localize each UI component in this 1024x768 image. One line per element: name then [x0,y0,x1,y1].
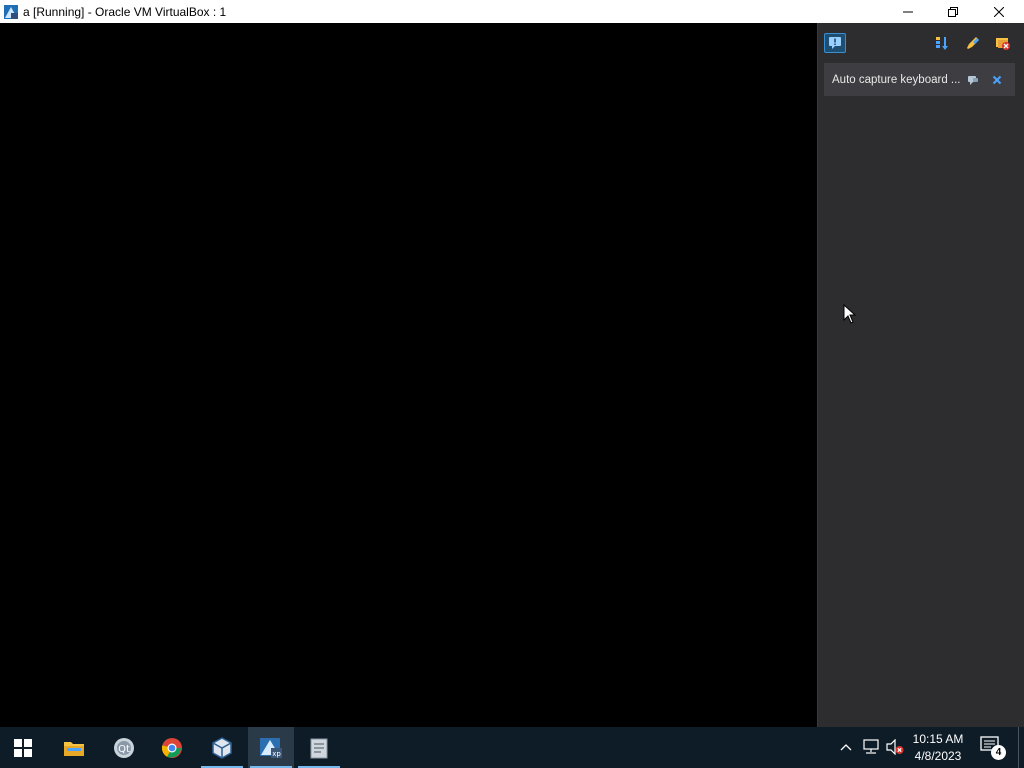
start-button[interactable] [0,727,46,768]
taskbar-chrome[interactable] [149,727,195,768]
minimize-icon [903,11,913,12]
chevron-up-icon [840,744,852,751]
notification-text: Auto capture keyboard ... [832,73,961,86]
taskbar-virtualbox[interactable] [199,727,245,768]
chrome-icon [161,737,182,758]
taskbar: Qt xp 10:15 AM 4/8/2023 4 [0,727,1024,768]
help-icon[interactable] [966,73,980,87]
sort-icon [936,37,948,50]
window-titlebar[interactable]: a [Running] - Oracle VM VirtualBox : 1 [0,0,1024,23]
vm-display[interactable] [0,23,817,727]
virtualbox-icon [212,736,232,759]
svg-text:xp: xp [272,750,281,758]
restore-button[interactable] [930,0,976,23]
taskbar-file-explorer[interactable] [51,727,97,768]
notifications-icon [829,37,841,49]
minimize-button[interactable] [885,0,931,23]
window-title: a [Running] - Oracle VM VirtualBox : 1 [23,4,227,19]
taskbar-vm-window[interactable]: xp [248,727,294,768]
virtualbox-vm-xp-icon: xp [260,737,282,758]
action-center-button[interactable]: 4 [980,735,1008,761]
sort-button[interactable] [931,33,953,53]
qt-creator-icon: Qt [114,737,134,758]
show-desktop-button[interactable] [1018,727,1024,768]
notification-item[interactable]: Auto capture keyboard ... [824,63,1015,96]
taskbar-document-app[interactable] [296,727,342,768]
show-hidden-icons-button[interactable] [836,737,856,757]
mouse-pointer-icon [843,304,857,324]
network-tray-button[interactable] [861,737,881,757]
clock-time: 10:15 AM [912,732,964,746]
notification-count-badge: 4 [991,745,1006,760]
close-icon[interactable] [990,73,1004,87]
taskbar-qt-creator[interactable]: Qt [101,727,147,768]
notification-center-panel: Auto capture keyboard ... [817,23,1024,727]
volume-muted-icon [886,739,904,755]
close-icon [994,6,1004,17]
restore-icon [948,6,958,17]
clock-date: 4/8/2023 [914,749,962,763]
document-app-icon [310,738,328,758]
keep-finished-icon [967,37,979,49]
dismiss-all-button[interactable] [992,33,1014,53]
windows-start-icon [14,738,32,757]
dismiss-all-icon [996,38,1010,50]
file-explorer-icon [64,741,84,756]
taskbar-clock[interactable]: 10:15 AM 4/8/2023 [905,731,971,765]
virtualbox-xp-icon [4,4,18,19]
close-button[interactable] [976,0,1022,23]
volume-tray-button[interactable] [885,737,905,757]
network-icon [863,739,879,754]
notifications-toggle-button[interactable] [824,33,846,53]
svg-text:Qt: Qt [118,744,130,755]
keep-finished-button[interactable] [962,33,984,53]
